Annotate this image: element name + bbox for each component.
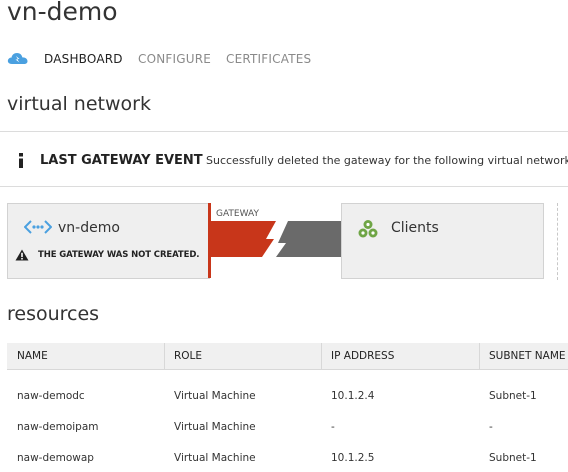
virtual-network-box[interactable] [7, 203, 210, 279]
gateway-event-message: Successfully deleted the gateway for the… [206, 154, 568, 167]
gateway-connector [208, 203, 342, 278]
resources-heading: resources [7, 303, 100, 325]
divider [0, 186, 568, 187]
column-separator [321, 343, 322, 369]
warning-icon [15, 249, 29, 261]
page-title: vn-demo [7, 0, 118, 26]
virtual-network-icon [7, 53, 28, 64]
column-header-role[interactable]: ROLE [174, 350, 202, 362]
resource-name[interactable]: naw-demoipam [17, 421, 99, 433]
clients-icon [358, 220, 378, 238]
column-header-subnet-name[interactable]: SUBNET NAME [489, 350, 566, 362]
virtual-network-heading: virtual network [7, 93, 151, 115]
resource-role: Virtual Machine [174, 421, 256, 433]
column-header-ip-address[interactable]: IP ADDRESS [331, 350, 394, 362]
resource-name[interactable]: naw-demowap [17, 452, 94, 464]
tab-dashboard[interactable]: DASHBOARD [44, 52, 123, 66]
resource-name[interactable]: naw-demodc [17, 390, 85, 402]
resource-ip: 10.1.2.5 [331, 452, 375, 464]
resource-subnet: - [489, 421, 493, 433]
resource-subnet: Subnet-1 [489, 452, 537, 464]
dashed-divider [557, 203, 558, 280]
resource-subnet: Subnet-1 [489, 390, 537, 402]
column-header-name[interactable]: NAME [17, 350, 48, 362]
network-name: vn-demo [58, 220, 120, 236]
gateway-event-label: LAST GATEWAY EVENT [40, 153, 203, 168]
resource-ip: - [331, 421, 335, 433]
info-icon [19, 153, 23, 168]
vnet-link-icon [24, 220, 52, 234]
resource-role: Virtual Machine [174, 452, 256, 464]
column-separator [164, 343, 165, 369]
clients-label: Clients [391, 220, 439, 236]
tab-certificates[interactable]: CERTIFICATES [226, 52, 311, 66]
divider [0, 131, 568, 132]
gateway-warning: THE GATEWAY WAS NOT CREATED. [38, 250, 200, 260]
column-separator [479, 343, 480, 369]
resource-ip: 10.1.2.4 [331, 390, 375, 402]
clients-box[interactable] [341, 203, 544, 279]
table-header [7, 343, 568, 370]
tab-configure[interactable]: CONFIGURE [138, 52, 211, 66]
resource-role: Virtual Machine [174, 390, 256, 402]
